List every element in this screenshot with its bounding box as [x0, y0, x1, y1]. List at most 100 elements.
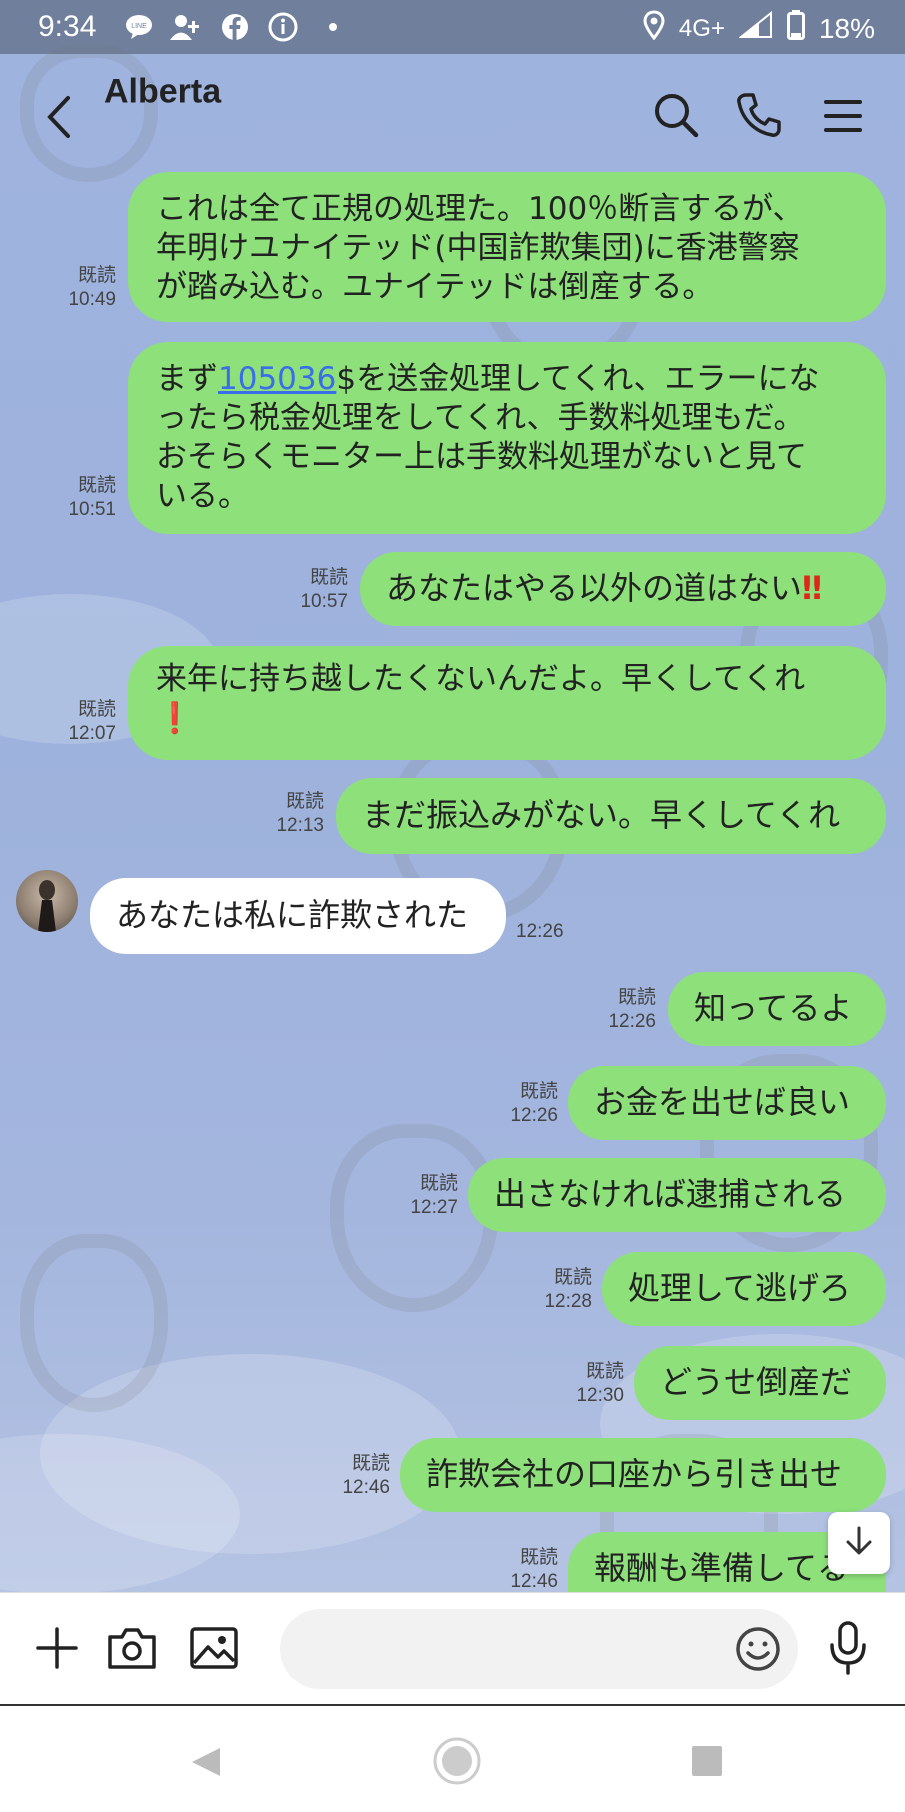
- sent-message-bubble[interactable]: これは全て正規の処理た。100％断言するが、 年明けユナイテッド(中国詐欺集団)…: [128, 172, 886, 322]
- message-meta: 既読 12:13: [246, 790, 324, 838]
- message-line: 年明けユナイテッド(中国詐欺集団)に香港警察: [156, 230, 800, 266]
- sent-message-bubble[interactable]: どうせ倒産だ: [634, 1346, 886, 1420]
- message-line: が踏み込む。ユナイテッドは倒産する。: [156, 269, 714, 305]
- sent-message-bubble[interactable]: まだ振込みがない。早くしてくれ: [336, 778, 886, 854]
- message-meta: 既読 12:26: [480, 1080, 558, 1128]
- sent-message-bubble[interactable]: 来年に持ち越したくないんだよ。早くしてくれ ❗: [128, 646, 886, 760]
- sent-message-bubble[interactable]: あなたはやる以外の道はない‼: [360, 552, 886, 626]
- phone-number-link[interactable]: 105036: [218, 361, 336, 397]
- message-text: まだ振込みがない。早くしてくれ: [362, 796, 841, 834]
- message-time: 12:28: [544, 1291, 592, 1312]
- sent-message-bubble[interactable]: 出さなければ逮捕される: [468, 1158, 886, 1232]
- nav-home-icon[interactable]: [432, 1736, 482, 1790]
- message-meta: 既読 12:27: [380, 1172, 458, 1220]
- message-time: 12:30: [576, 1385, 624, 1406]
- status-bar: 9:34 LINE 4G+ 18%: [0, 0, 905, 54]
- contact-avatar[interactable]: [16, 870, 78, 932]
- message-text: あなたは私に詐欺された: [116, 896, 469, 934]
- message-input-bar: [0, 1592, 905, 1705]
- chat-header: Alberta: [0, 54, 905, 174]
- sent-message-bubble[interactable]: 処理して逃げろ: [602, 1252, 886, 1326]
- battery-icon: [786, 10, 805, 47]
- nav-recents-icon[interactable]: [690, 1744, 724, 1782]
- read-receipt: 既読: [585, 1361, 624, 1382]
- message-input[interactable]: [280, 1609, 798, 1689]
- message-meta: 既読 10:57: [270, 566, 348, 614]
- read-receipt: 既読: [351, 1453, 390, 1474]
- status-right: 4G+ 18%: [643, 10, 875, 47]
- message-text: 報酬も準備してる: [594, 1549, 850, 1587]
- message-text: 知ってるよ: [694, 989, 853, 1027]
- plus-icon[interactable]: [32, 1623, 82, 1677]
- message-line: おそらくモニター上は手数料処理がないと見て: [156, 439, 807, 475]
- double-exclamation-emoji: ‼: [802, 569, 823, 607]
- message-time: 12:26: [510, 1105, 558, 1126]
- message-text: あなたはやる以外の道はない: [386, 569, 803, 607]
- scroll-to-bottom-button[interactable]: [828, 1512, 890, 1574]
- read-receipt: 既読: [77, 265, 116, 286]
- message-line: いる。: [156, 478, 249, 514]
- message-time: 12:46: [510, 1571, 558, 1592]
- message-meta: 12:26: [516, 920, 596, 944]
- sent-message-bubble[interactable]: まず105036$を送金処理してくれ、エラーにな ったら税金処理をしてくれ、手数…: [128, 342, 886, 534]
- message-time: 12:46: [342, 1477, 390, 1498]
- battery-level: 18%: [818, 12, 875, 44]
- microphone-icon[interactable]: [822, 1619, 874, 1681]
- message-meta: 既読 12:46: [480, 1546, 558, 1594]
- message-text: 詐欺会社の口座から引き出せ: [426, 1455, 843, 1493]
- message-text: どうせ倒産だ: [660, 1363, 853, 1401]
- sent-message-bubble[interactable]: 詐欺会社の口座から引き出せ: [400, 1438, 886, 1512]
- status-time: 9:34: [38, 10, 97, 43]
- emoji-icon[interactable]: [732, 1623, 784, 1679]
- message-meta: 既読 12:46: [312, 1452, 390, 1500]
- read-receipt: 既読: [77, 699, 116, 720]
- message-text: 処理して逃げろ: [628, 1269, 852, 1307]
- phone-icon[interactable]: [732, 89, 786, 143]
- signal-icon: [738, 10, 773, 46]
- message-meta: 既読 12:26: [578, 986, 656, 1034]
- message-text: 出さなければ逮捕される: [494, 1175, 847, 1213]
- message-text: $を送金処理してくれ、エラーにな: [336, 361, 820, 397]
- read-receipt: 既読: [77, 475, 116, 496]
- message-time: 12:26: [608, 1011, 656, 1032]
- message-text: 来年に持ち越したくないんだよ。早くしてくれ: [156, 661, 806, 697]
- location-icon: [643, 10, 665, 47]
- read-receipt: 既読: [285, 791, 324, 812]
- read-receipt: 既読: [519, 1081, 558, 1102]
- facebook-icon: [220, 12, 250, 42]
- add-contact-icon: [170, 12, 200, 42]
- message-meta: 既読 10:51: [40, 474, 116, 522]
- message-time: 12:13: [276, 815, 324, 836]
- message-time: 12:07: [68, 723, 116, 744]
- line-icon: LINE: [124, 12, 154, 42]
- svg-text:LINE: LINE: [131, 23, 147, 30]
- search-icon[interactable]: [650, 89, 704, 143]
- back-arrow-icon[interactable]: [40, 92, 80, 142]
- message-line: まず105036$を送金処理してくれ、エラーにな: [156, 360, 858, 399]
- message-time: 10:49: [68, 289, 116, 310]
- read-receipt: 既読: [419, 1173, 458, 1194]
- message-text: まず: [156, 361, 218, 397]
- network-type: 4G+: [678, 14, 725, 42]
- message-time: 12:27: [410, 1197, 458, 1218]
- arrow-down-icon: [842, 1524, 876, 1562]
- message-time: 10:57: [300, 591, 348, 612]
- image-icon[interactable]: [188, 1623, 240, 1677]
- message-meta: 既読 12:30: [546, 1360, 624, 1408]
- nav-back-icon[interactable]: [188, 1744, 224, 1784]
- exclamation-emoji: ❗: [156, 701, 194, 736]
- read-receipt: 既読: [617, 987, 656, 1008]
- received-message-bubble[interactable]: あなたは私に詐欺された: [90, 878, 506, 954]
- message-line: これは全て正規の処理た。100％断言するが、: [156, 191, 804, 227]
- menu-icon[interactable]: [816, 89, 870, 143]
- camera-icon[interactable]: [106, 1623, 158, 1677]
- message-time: 10:51: [68, 499, 116, 520]
- chat-title: Alberta: [104, 72, 222, 111]
- read-receipt: 既読: [553, 1267, 592, 1288]
- message-line: ったら税金処理をしてくれ、手数料処理もだ。: [156, 400, 805, 436]
- message-meta: 既読 12:07: [40, 698, 116, 746]
- read-receipt: 既読: [309, 567, 348, 588]
- sent-message-bubble[interactable]: お金を出せば良い: [568, 1066, 886, 1140]
- info-icon: [268, 12, 298, 42]
- sent-message-bubble[interactable]: 知ってるよ: [668, 972, 886, 1046]
